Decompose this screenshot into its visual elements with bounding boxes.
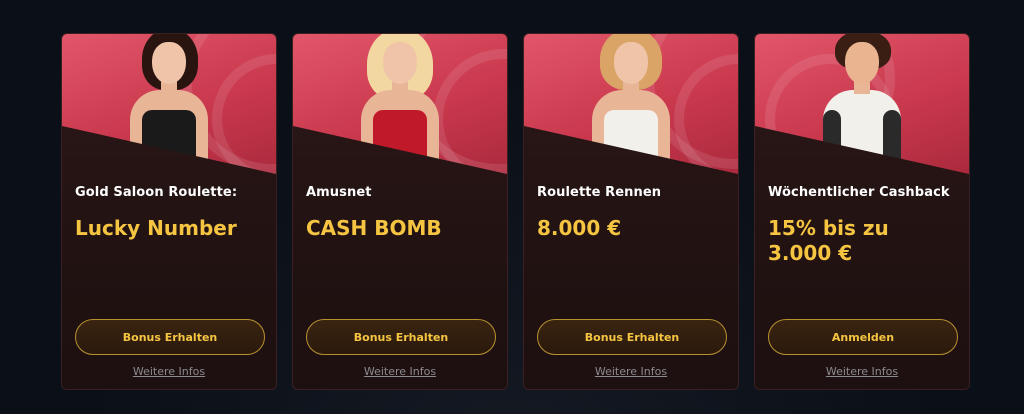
promo-section: Gold Saloon Roulette: Lucky Number Bonus… (0, 0, 1024, 414)
weitere-infos-link[interactable]: Weitere Infos (293, 365, 507, 378)
card-headline: 15% bis zu 3.000 € (768, 216, 889, 265)
card-label: Gold Saloon Roulette: (75, 185, 238, 200)
bonus-erhalten-button[interactable]: Bonus Erhalten (306, 319, 496, 355)
promo-card-cash-bomb: Amusnet CASH BOMB Bonus Erhalten Weitere… (292, 33, 508, 390)
promo-card-roulette-rennen: Roulette Rennen 8.000 € Bonus Erhalten W… (523, 33, 739, 390)
promo-card-lucky-number: Gold Saloon Roulette: Lucky Number Bonus… (61, 33, 277, 390)
promo-card-cashback: Wöchentlicher Cashback 15% bis zu 3.000 … (754, 33, 970, 390)
anmelden-button[interactable]: Anmelden (768, 319, 958, 355)
weitere-infos-link[interactable]: Weitere Infos (755, 365, 969, 378)
card-headline: 8.000 € (537, 216, 622, 240)
bonus-erhalten-button[interactable]: Bonus Erhalten (537, 319, 727, 355)
card-label: Roulette Rennen (537, 185, 662, 200)
weitere-infos-link[interactable]: Weitere Infos (62, 365, 276, 378)
bonus-erhalten-button[interactable]: Bonus Erhalten (75, 319, 265, 355)
card-label: Wöchentlicher Cashback (768, 185, 950, 200)
card-headline: Lucky Number (75, 216, 237, 240)
weitere-infos-link[interactable]: Weitere Infos (524, 365, 738, 378)
promo-cards: Gold Saloon Roulette: Lucky Number Bonus… (61, 33, 970, 390)
card-label: Amusnet (306, 185, 372, 200)
card-headline: CASH BOMB (306, 216, 442, 240)
